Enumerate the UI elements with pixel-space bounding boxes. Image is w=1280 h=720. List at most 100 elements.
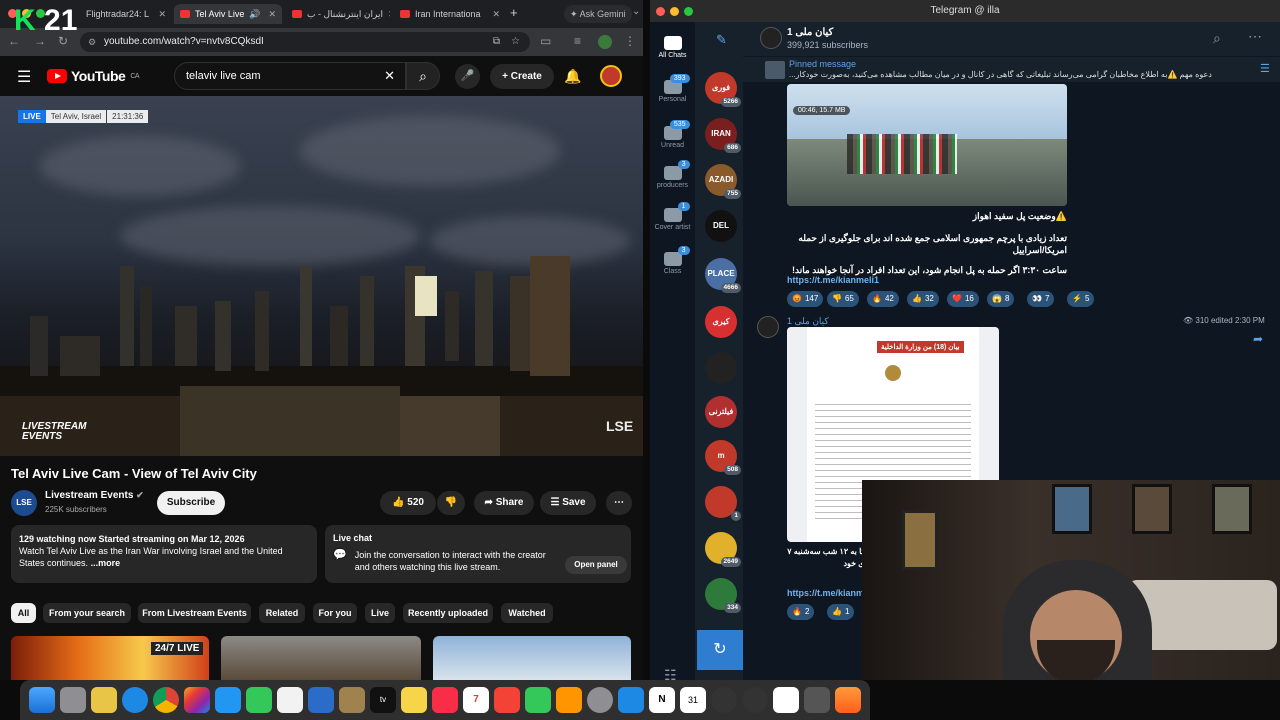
channel-name-link[interactable]: Livestream Events ✔ <box>45 490 144 501</box>
chat-avatar[interactable]: PLACE 4666 <box>705 258 741 293</box>
address-bar[interactable]: ⚙ youtube.com/watch?v=nvtv8CQksdI ⧉ ☆ <box>80 32 530 52</box>
pinned-message-bar[interactable]: Pinned message دعوه مهم ⚠️به اطلاع مخاطب… <box>743 56 1280 82</box>
app-icon[interactable] <box>91 687 117 713</box>
chip-live[interactable]: Live <box>365 603 395 623</box>
reaction-chip[interactable]: 👍 32 <box>907 291 939 307</box>
clear-search-icon[interactable]: ✕ <box>384 63 395 89</box>
author-avatar[interactable] <box>757 316 779 338</box>
chip-watched[interactable]: Watched <box>501 603 553 623</box>
chat-avatar[interactable]: m 508 <box>705 440 741 475</box>
search-input[interactable]: telaviv live cam ✕ <box>174 62 406 90</box>
folder-producers[interactable]: 3 producers <box>650 160 695 189</box>
obs-icon[interactable] <box>773 687 799 713</box>
zoom-window-button[interactable] <box>684 7 693 16</box>
mail-icon[interactable] <box>215 687 241 713</box>
recommended-thumbnail[interactable] <box>433 636 631 680</box>
profile-avatar[interactable] <box>598 35 612 49</box>
settings-sliders-icon[interactable]: ☷ <box>664 667 677 680</box>
finder-icon[interactable] <box>29 687 55 713</box>
folder-cover-artist[interactable]: 1 Cover artist <box>650 202 695 231</box>
extensions-icon[interactable]: ≡ <box>574 34 581 48</box>
like-button[interactable]: 👍 520 <box>380 491 436 515</box>
close-tab-icon[interactable]: ✕ <box>158 9 166 20</box>
launchpad-icon[interactable] <box>60 687 86 713</box>
app-icon[interactable] <box>711 687 737 713</box>
reaction-chip[interactable]: ⚡ 5 <box>1067 291 1095 307</box>
message-author[interactable]: کیان ملی 1 <box>787 316 829 327</box>
reaction-chip[interactable]: 👍 1 <box>827 604 855 620</box>
app-icon[interactable] <box>742 687 768 713</box>
new-tab-button[interactable]: + <box>510 5 518 20</box>
ask-gemini-button[interactable]: ✦ Ask Gemini <box>564 5 632 23</box>
reaction-chip[interactable]: 👎 65 <box>827 291 859 307</box>
chat-avatar[interactable]: 334 <box>705 578 741 613</box>
chip-recently-uploaded[interactable]: Recently uploaded <box>403 603 493 623</box>
save-button[interactable]: ☰ Save <box>540 491 596 515</box>
pages-icon[interactable] <box>556 687 582 713</box>
chat-avatar[interactable]: فوری 5266 <box>705 72 741 107</box>
chat-avatar[interactable]: 1 <box>705 486 741 521</box>
music-icon[interactable] <box>432 687 458 713</box>
app-icon[interactable] <box>339 687 365 713</box>
video-message-media[interactable] <box>787 84 1067 206</box>
chat-avatar[interactable]: IRAN 686 <box>705 118 741 153</box>
chip-from-your-search[interactable]: From your search <box>43 603 131 623</box>
tab-tel-aviv-live[interactable]: Tel Aviv Live 🔊 ✕ <box>174 4 282 24</box>
tab-iran-international-fa[interactable]: ایران اینترنشنال - ب ✕ <box>286 4 390 24</box>
notion-icon[interactable]: N <box>649 687 675 713</box>
chat-avatar[interactable]: فیلترنی <box>705 396 737 428</box>
video-player[interactable]: LIVE Tel Aviv, Israel 21:31:36 LIVESTREA… <box>0 96 643 456</box>
reaction-chip[interactable]: 👀 7 <box>1027 291 1055 307</box>
description-box[interactable]: 129 watching now Started streaming on Ma… <box>11 525 317 583</box>
close-tab-icon[interactable]: ✕ <box>388 9 390 20</box>
numbers-icon[interactable] <box>525 687 551 713</box>
recommended-thumbnail[interactable] <box>221 636 421 680</box>
folder-unread[interactable]: 535 Unread <box>650 120 695 149</box>
chat-avatar[interactable]: 2649 <box>705 532 741 567</box>
account-avatar[interactable] <box>600 65 622 87</box>
chat-avatar[interactable]: کیری <box>705 306 737 338</box>
folder-all-chats[interactable]: All Chats <box>650 36 695 59</box>
close-tab-icon[interactable]: ✕ <box>268 9 276 20</box>
channel-watermark[interactable]: LSE <box>606 418 633 434</box>
dislike-button[interactable]: 👎 <box>437 491 465 515</box>
reaction-chip[interactable]: 😡 147 <box>787 291 824 307</box>
close-tab-icon[interactable]: ✕ <box>492 9 500 20</box>
compose-icon[interactable]: ✎ <box>716 32 727 48</box>
chrome-menu-icon[interactable]: ⋮ <box>624 34 636 48</box>
reaction-chip[interactable]: 😱 8 <box>987 291 1015 307</box>
tab-iran-international[interactable]: Iran Internationa ✕ <box>394 4 506 24</box>
chat-header[interactable]: کیان ملی 1 399,921 subscribers ⌕ ⋯ <box>743 22 1280 56</box>
show-more-link[interactable]: ...more <box>91 558 121 568</box>
chip-all[interactable]: All <box>11 603 36 623</box>
pinned-list-icon[interactable]: ☰ <box>1260 62 1270 75</box>
reaction-chip[interactable]: ❤️ 16 <box>947 291 979 307</box>
notifications-bell-icon[interactable]: 🔔 <box>564 68 581 85</box>
youtube-logo[interactable]: YouTube CA <box>47 68 140 84</box>
close-window-button[interactable] <box>656 7 665 16</box>
reaction-chip[interactable]: 🔥 42 <box>867 291 899 307</box>
news-icon[interactable] <box>494 687 520 713</box>
chat-avatar[interactable]: AZADI 755 <box>705 164 741 199</box>
tab-flightradar[interactable]: Flightradar24: L ✕ <box>80 4 172 24</box>
freeform-icon[interactable] <box>308 687 334 713</box>
apple-tv-icon[interactable]: tv <box>370 687 396 713</box>
speaker-icon[interactable]: 🔊 <box>249 9 260 20</box>
folder-class[interactable]: 3 Class <box>650 246 695 275</box>
install-app-icon[interactable]: ⧉ <box>493 32 500 52</box>
recommended-thumbnail[interactable]: 24/7 LIVE <box>11 636 209 680</box>
forward-arrow-icon[interactable]: ➦ <box>1253 332 1263 346</box>
refresh-button[interactable]: ↻ <box>697 630 743 670</box>
calendar-app-icon[interactable]: 31 <box>680 687 706 713</box>
chip-related[interactable]: Related <box>259 603 305 623</box>
channel-avatar[interactable] <box>760 27 782 49</box>
create-button[interactable]: + Create <box>490 64 554 89</box>
more-dots-icon[interactable]: ⋯ <box>1248 28 1262 45</box>
chrome-icon[interactable] <box>153 687 179 713</box>
more-actions-button[interactable]: ⋯ <box>606 491 632 515</box>
app-icon[interactable] <box>804 687 830 713</box>
share-button[interactable]: ➦ Share <box>474 491 534 515</box>
minimize-window-button[interactable] <box>670 7 679 16</box>
channel-avatar[interactable]: LSE <box>11 490 37 516</box>
facetime-icon[interactable] <box>246 687 272 713</box>
